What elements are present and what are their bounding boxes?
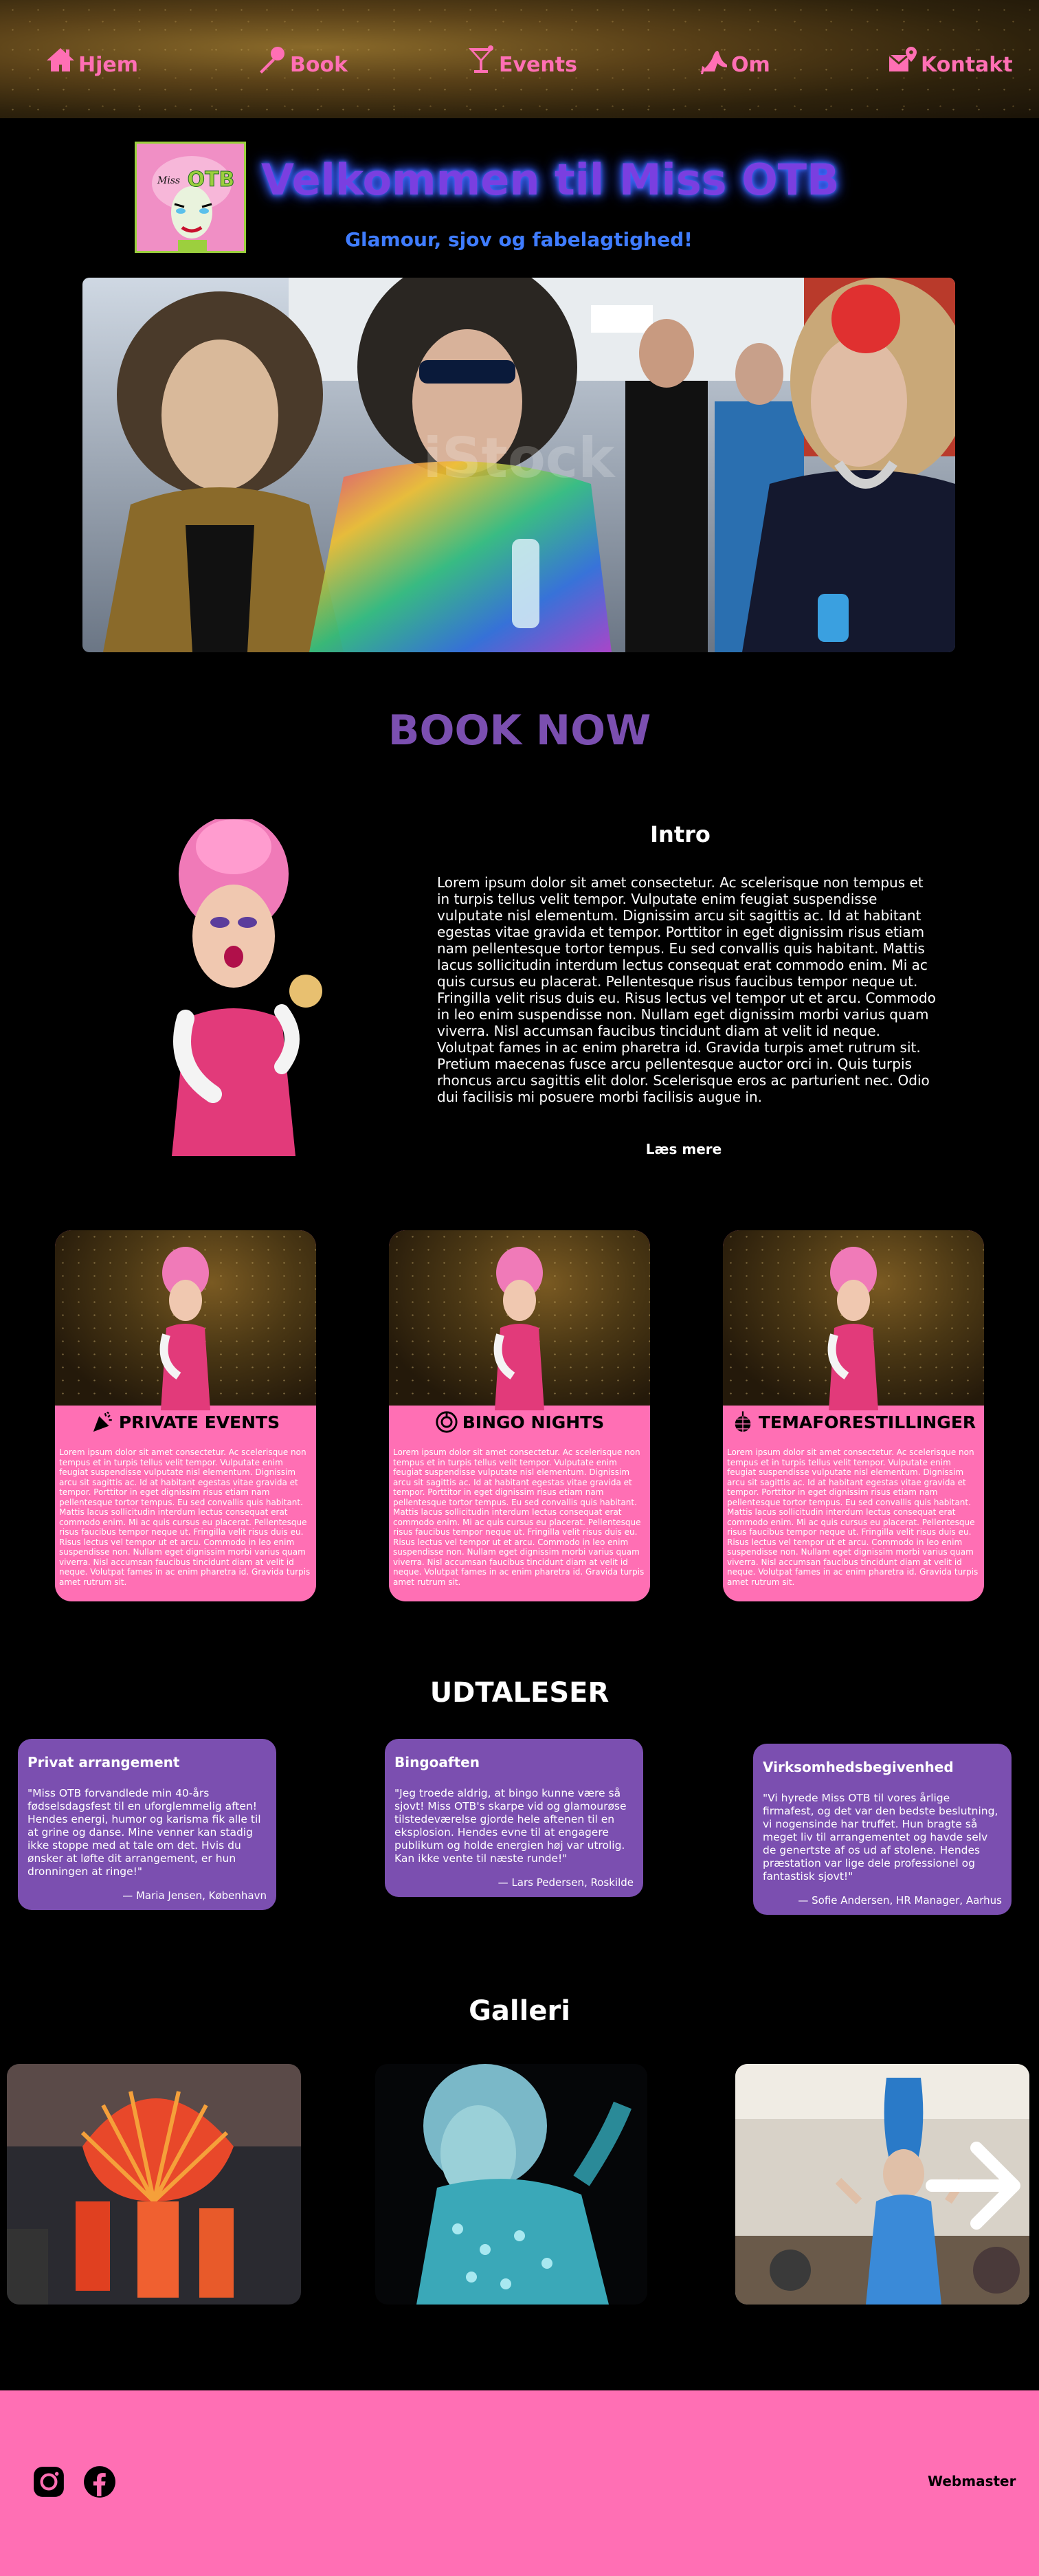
logo-script: Miss (157, 175, 180, 186)
page-title: Velkommen til Miss OTB (261, 155, 840, 205)
card-text: Lorem ipsum dolor sit amet consectetur. … (393, 1447, 645, 1587)
service-card-temaforestillinger[interactable]: TEMAFORESTILLINGER Lorem ipsum dolor sit… (723, 1230, 984, 1601)
testimonials-title: UDTALESER (429, 1677, 610, 1709)
card-portrait (493, 1247, 544, 1410)
house-icon (47, 48, 74, 71)
testimonial-quote: "Jeg troede aldrig, at bingo kunne være … (394, 1787, 627, 1865)
gallery-next-arrow[interactable] (925, 2131, 1028, 2241)
microphone-icon (260, 47, 284, 74)
testimonial-author: — Lars Pedersen, Roskilde (498, 1876, 634, 1889)
gallery-image-blue-queen[interactable] (375, 2064, 647, 2305)
card-text: Lorem ipsum dolor sit amet consectetur. … (59, 1447, 311, 1587)
nav-label-hjem: Hjem (78, 53, 138, 77)
nav-label-om: Om (731, 53, 770, 77)
bingo-ball-icon (436, 1411, 458, 1433)
nav-label-events: Events (499, 53, 577, 77)
intro-title: Intro (650, 821, 711, 847)
high-heel-icon (700, 51, 727, 74)
card-portrait (827, 1247, 878, 1410)
testimonial-quote: "Miss OTB forvandlede min 40-års fødsels… (27, 1787, 261, 1878)
book-now-button[interactable]: BOOK NOW (0, 707, 1039, 755)
gallery-title: Galleri (469, 1995, 570, 2027)
card-title: TEMAFORESTILLINGER (758, 1412, 976, 1432)
nav-item-kontakt[interactable]: Kontakt (886, 44, 1013, 77)
testimonial-heading: Virksomhedsbegivenhed (763, 1759, 954, 1775)
intro-text: Lorem ipsum dolor sit amet consectetur. … (437, 874, 936, 1105)
card-heading: BINGO NIGHTS (389, 1406, 650, 1439)
cocktail-icon (469, 45, 493, 73)
nav-item-book[interactable]: Book (256, 44, 348, 77)
top-navigation: Hjem Book Events Om Kontakt (0, 0, 1039, 118)
facebook-icon (84, 2466, 115, 2498)
intro-portrait (144, 816, 337, 1156)
testimonial-author: — Sofie Andersen, HR Manager, Aarhus (798, 1894, 1002, 1907)
testimonial-quote: "Vi hyrede Miss OTB til vores årlige fir… (763, 1792, 998, 1883)
service-card-private-events[interactable]: PRIVATE EVENTS Lorem ipsum dolor sit ame… (55, 1230, 316, 1601)
page-subtitle: Glamour, sjov og fabelagtighed! (345, 228, 693, 251)
site-logo[interactable]: OTB Miss (135, 142, 246, 253)
facebook-link[interactable] (82, 2465, 117, 2499)
envelope-pin-icon (889, 47, 917, 71)
testimonial-heading: Privat arrangement (27, 1754, 180, 1770)
card-heading: PRIVATE EVENTS (55, 1406, 316, 1439)
drag-queen-caricature-logo: OTB Miss (137, 144, 244, 251)
arrow-right-icon (926, 2142, 1020, 2230)
nav-label-kontakt: Kontakt (921, 53, 1013, 77)
card-title: PRIVATE EVENTS (118, 1412, 280, 1432)
gallery-image-parade[interactable] (7, 2064, 301, 2305)
card-title: BINGO NIGHTS (462, 1412, 605, 1432)
hero-watermark: iStock (423, 426, 616, 490)
testimonial-card: Virksomhedsbegivenhed "Vi hyrede Miss OT… (753, 1744, 1012, 1915)
party-popper-icon (93, 1411, 112, 1432)
testimonial-heading: Bingoaften (394, 1754, 480, 1770)
webmaster-link[interactable]: Webmaster (928, 2473, 1016, 2489)
hero-photo: iStock (82, 278, 955, 652)
nav-label-book: Book (290, 53, 348, 77)
instagram-icon (34, 2467, 64, 2497)
testimonial-author: — Maria Jensen, København (122, 1889, 267, 1902)
card-heading: TEMAFORESTILLINGER (723, 1406, 984, 1439)
testimonial-card: Privat arrangement "Miss OTB forvandlede… (18, 1739, 276, 1910)
instagram-link[interactable] (32, 2465, 66, 2499)
logo-text: OTB (188, 168, 235, 192)
service-card-bingo-nights[interactable]: BINGO NIGHTS Lorem ipsum dolor sit amet … (389, 1230, 650, 1601)
footer (0, 2390, 1039, 2576)
read-more-link[interactable]: Læs mere (440, 1141, 928, 1157)
testimonial-card: Bingoaften "Jeg troede aldrig, at bingo … (385, 1739, 643, 1897)
card-portrait (159, 1247, 210, 1410)
card-text: Lorem ipsum dolor sit amet consectetur. … (727, 1447, 979, 1587)
nav-item-hjem[interactable]: Hjem (44, 44, 138, 77)
disco-ball-icon (735, 1411, 751, 1432)
nav-item-om[interactable]: Om (697, 44, 770, 77)
nav-item-events[interactable]: Events (465, 44, 577, 77)
